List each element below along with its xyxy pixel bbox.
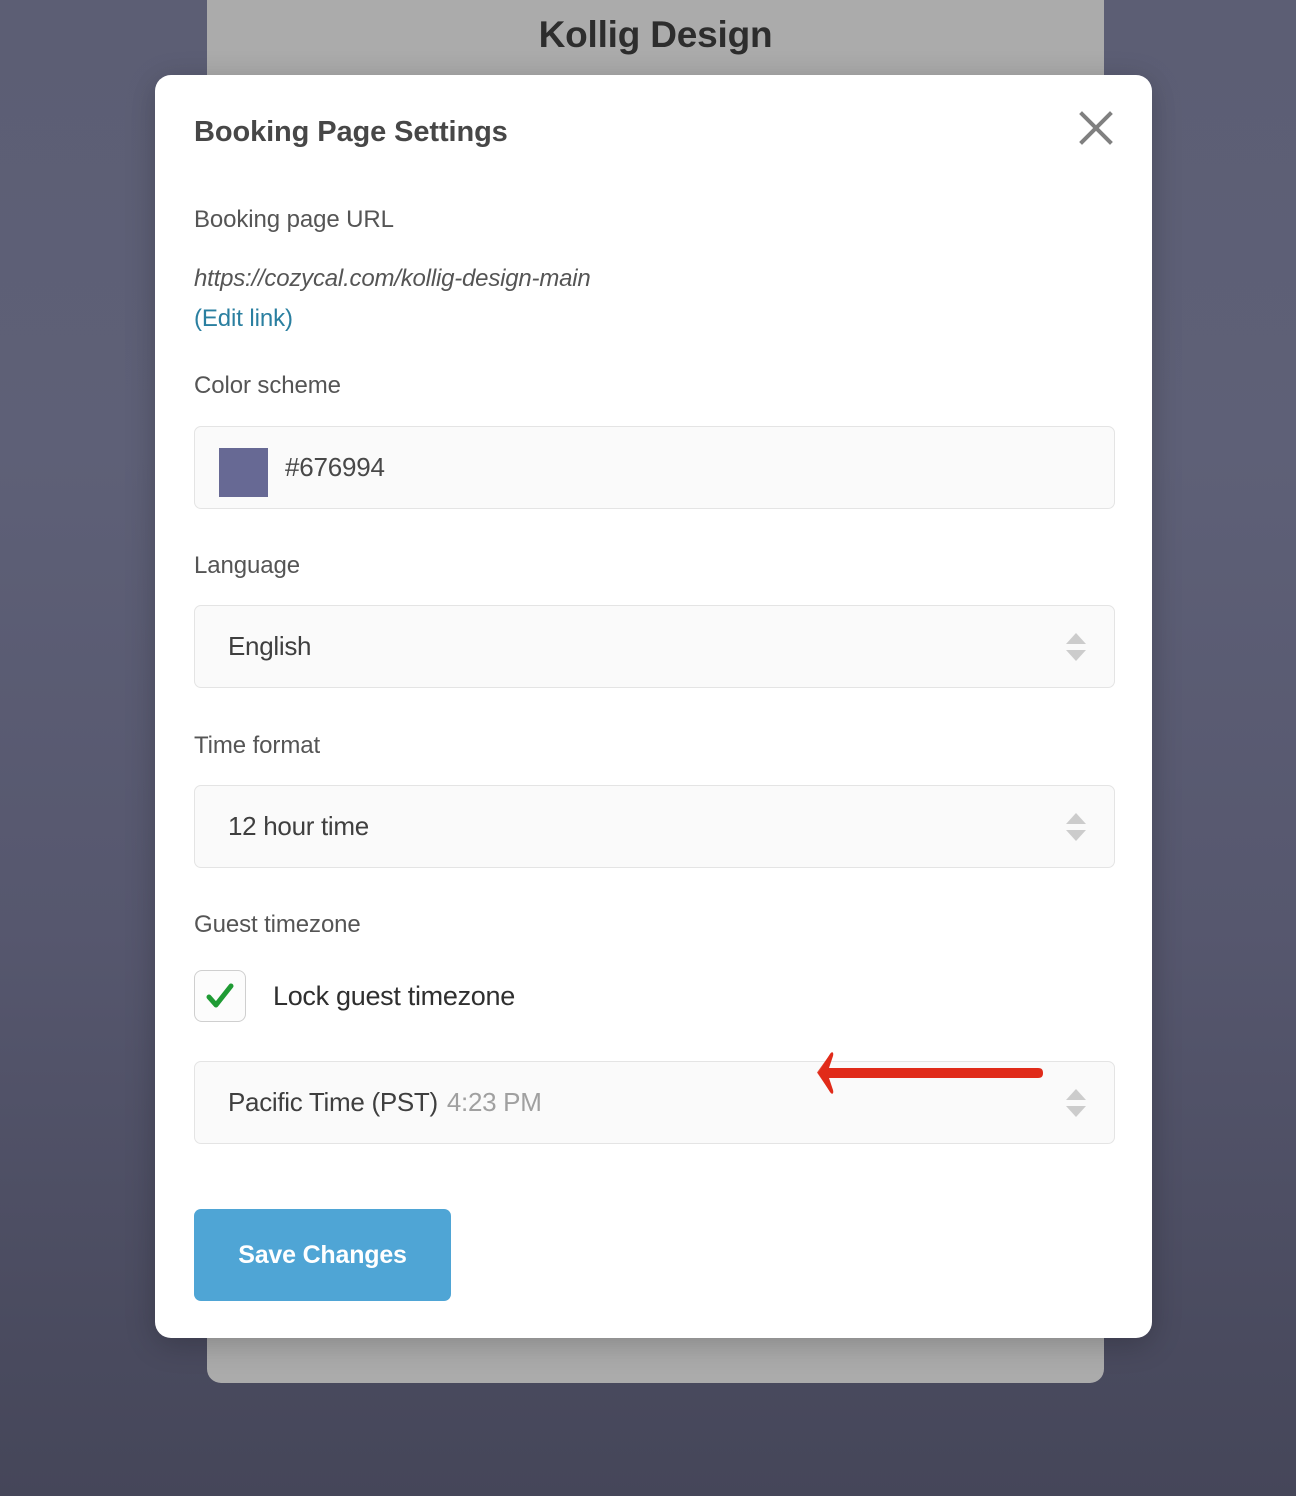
timezone-current-time: 4:23 PM [446, 1087, 542, 1117]
background-page-title: Kollig Design [538, 14, 773, 55]
save-changes-button[interactable]: Save Changes [194, 1209, 451, 1301]
color-swatch[interactable] [219, 448, 268, 497]
guest-timezone-select[interactable]: Pacific Time (PST) 4:23 PM [194, 1061, 1115, 1144]
color-hex-value: #676994 [285, 452, 385, 482]
chevron-down-icon [1066, 649, 1086, 661]
lock-guest-timezone-row[interactable]: Lock guest timezone [194, 970, 515, 1022]
chevron-up-icon [1066, 632, 1086, 644]
check-icon [206, 983, 234, 1008]
language-label: Language [194, 552, 300, 579]
chevron-down-icon [1066, 1105, 1086, 1117]
guest-timezone-label: Guest timezone [194, 911, 361, 938]
time-format-selected-value: 12 hour time [228, 811, 369, 841]
booking-url-label: Booking page URL [194, 206, 394, 233]
modal-title: Booking Page Settings [194, 116, 508, 148]
timezone-selected-value: Pacific Time (PST) 4:23 PM [228, 1062, 542, 1143]
color-scheme-input[interactable]: #676994 [194, 426, 1115, 509]
chevron-up-icon [1066, 1088, 1086, 1100]
lock-guest-timezone-checkbox[interactable] [194, 970, 246, 1022]
edit-link[interactable]: (Edit link) [194, 305, 293, 333]
chevron-updown-icon[interactable] [1066, 1062, 1086, 1143]
chevron-down-icon [1066, 829, 1086, 841]
chevron-updown-icon[interactable] [1066, 606, 1086, 687]
close-icon[interactable] [1070, 102, 1122, 154]
chevron-updown-icon[interactable] [1066, 786, 1086, 867]
timezone-zone-text: Pacific Time (PST) [228, 1087, 438, 1117]
booking-url-value: https://cozycal.com/kollig-design-main [194, 265, 591, 292]
language-select[interactable]: English [194, 605, 1115, 688]
time-format-select[interactable]: 12 hour time [194, 785, 1115, 868]
booking-page-settings-modal: Booking Page Settings Booking page URL h… [155, 75, 1152, 1338]
time-format-label: Time format [194, 732, 321, 759]
lock-guest-timezone-label: Lock guest timezone [273, 980, 515, 1011]
chevron-up-icon [1066, 812, 1086, 824]
language-selected-value: English [228, 631, 312, 661]
color-scheme-label: Color scheme [194, 372, 341, 399]
